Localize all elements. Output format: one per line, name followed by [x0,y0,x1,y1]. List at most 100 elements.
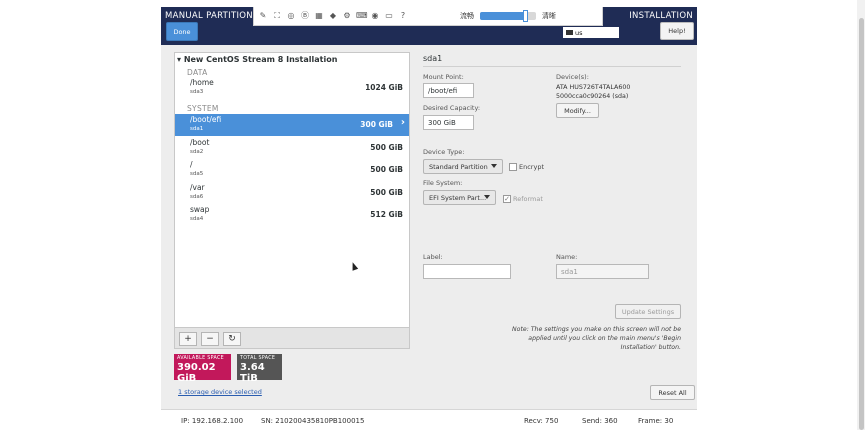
dropdown-arrow-icon [484,195,490,199]
total-space-box: TOTAL SPACE 3.64 TiB [237,354,282,384]
gear-icon[interactable]: ⚙ [342,11,352,21]
keyboard-layout-indicator[interactable]: us [563,27,619,38]
help-icon[interactable]: ? [398,11,408,21]
device-model: ATA HUS726T4TALA600 [556,84,631,91]
display-icon[interactable]: ▭ [384,11,394,21]
grid-icon[interactable]: ▦ [314,11,324,21]
desired-capacity-label: Desired Capacity: [423,104,481,112]
done-button[interactable]: Done [166,22,198,41]
mount-name: swap [190,205,210,214]
available-space-label: AVAILABLE SPACE [177,356,224,361]
mount-size: 500 GiB [370,143,403,152]
quality-clear-label: 清晰 [542,12,556,20]
quality-slider[interactable] [480,10,536,22]
help-button[interactable]: Help! [660,22,694,40]
keyboard-icon [566,30,573,35]
add-mount-button[interactable]: + [179,332,197,346]
encrypt-checkbox[interactable] [509,163,517,171]
mount-device: sda1 [190,126,204,132]
available-space-value: 390.02 GiB [177,362,216,384]
fullscreen-icon[interactable]: ⛶ [272,11,282,21]
installation-name: New CentOS Stream 8 Installation [183,55,338,64]
chevron-right-icon: › [400,117,405,128]
quality-slider-fill [480,12,526,20]
mount-device: sda4 [190,216,204,222]
expander-arrow-icon[interactable]: ▾ [177,55,181,64]
encrypt-label: Encrypt [519,163,544,171]
tag-icon[interactable]: ◆ [328,11,338,21]
name-input: sda1 [556,264,649,279]
label-field-label: Label: [423,253,443,261]
installer-title: INSTALLATION [629,11,693,21]
mount-device: sda2 [190,149,204,155]
device-type-value: Standard Partition [429,162,488,171]
circle-icon[interactable]: ◎ [286,11,296,21]
total-space-label: TOTAL SPACE [240,356,276,361]
reformat-checkbox: ✓ [503,195,511,203]
mount-row-boot[interactable]: /boot sda2 500 GiB [175,137,409,159]
remote-console-toolbar: ✎ ⛶ ◎ Ⓑ ▦ ◆ ⚙ ⌨ ◉ ▭ ? 流畅 清晰 [253,7,603,26]
mount-row-var[interactable]: /var sda6 500 GiB [175,182,409,204]
mount-name: /boot/efi [190,115,222,124]
desired-capacity-input[interactable]: 300 GiB [423,115,474,130]
serial-number: SN: 210200435810PB100015 [261,417,365,425]
mount-point-input[interactable]: /boot/efi [423,83,474,98]
mount-size: 512 GiB [370,210,403,219]
tree-root[interactable]: ▾ New CentOS Stream 8 Installation [177,55,337,64]
partition-tree: ▾ New CentOS Stream 8 Installation DATA … [174,52,410,349]
page-scrollbar-thumb[interactable] [859,18,864,430]
remote-console-frame: MANUAL PARTITIONING INSTALLATION Done us… [161,7,697,430]
device-info: ATA HUS726T4TALA600 5000cca0c90264 (sda) [556,83,630,101]
mount-size: 1024 GiB [365,83,403,92]
status-bar: IP: 192.168.2.100 SN: 210200435810PB1000… [161,409,697,430]
mount-device: sda6 [190,194,204,200]
record-icon[interactable]: ◉ [370,11,380,21]
mount-device: sda5 [190,171,204,177]
device-type-select[interactable]: Standard Partition [423,159,503,174]
mount-point-label: Mount Point: [423,73,464,81]
mount-row-root[interactable]: / sda5 500 GiB [175,159,409,181]
modify-button[interactable]: Modify... [556,103,599,118]
total-space-value: 3.64 TiB [240,362,265,384]
file-system-value: EFI System Part... [429,193,487,202]
refresh-button[interactable]: ↻ [223,332,241,346]
bold-b-icon[interactable]: Ⓑ [300,11,310,21]
file-system-label: File System: [423,179,463,187]
mount-row-boot-efi[interactable]: /boot/efi sda1 300 GiB › [175,114,409,136]
label-input[interactable] [423,264,511,279]
mount-size: 500 GiB [370,165,403,174]
group-label-data: DATA [187,68,208,77]
quality-slider-handle[interactable] [522,10,528,22]
partition-toolbar: + − ↻ [174,327,410,349]
file-system-select[interactable]: EFI System Part... [423,190,496,205]
settings-note: Note: The settings you make on this scre… [512,326,681,351]
group-label-system: SYSTEM [187,104,219,113]
mount-name: /var [190,183,205,192]
reset-all-button[interactable]: Reset All [650,385,695,400]
mount-name: /boot [190,138,210,147]
storage-device-link[interactable]: 1 storage device selected [178,388,262,396]
update-settings-button[interactable]: Update Settings [615,304,681,319]
recv-counter: Recv: 750 [524,417,559,425]
frame-counter: Frame: 30 [638,417,674,425]
pin-icon[interactable]: ✎ [258,11,268,21]
devices-label: Device(s): [556,73,589,81]
mount-size: 500 GiB [370,188,403,197]
remove-mount-button[interactable]: − [201,332,219,346]
mount-name: / [190,160,193,169]
send-counter: Send: 360 [582,417,618,425]
quality-fluent-label: 流畅 [460,12,474,20]
reformat-label: Reformat [513,195,543,203]
mount-name: /home [190,78,214,87]
keyboard-layout-label: us [575,28,583,37]
device-id: 5000cca0c90264 (sda) [556,93,629,100]
mount-row-swap[interactable]: swap sda4 512 GiB [175,204,409,226]
divider [423,66,681,67]
mount-row-home[interactable]: /home sda3 1024 GiB [175,77,409,99]
keyboard-icon[interactable]: ⌨ [356,11,368,21]
name-field-label: Name: [556,253,578,261]
device-type-label: Device Type: [423,148,465,156]
selected-partition-title: sda1 [423,54,443,63]
available-space-box: AVAILABLE SPACE 390.02 GiB [174,354,231,384]
dropdown-arrow-icon [491,164,497,168]
